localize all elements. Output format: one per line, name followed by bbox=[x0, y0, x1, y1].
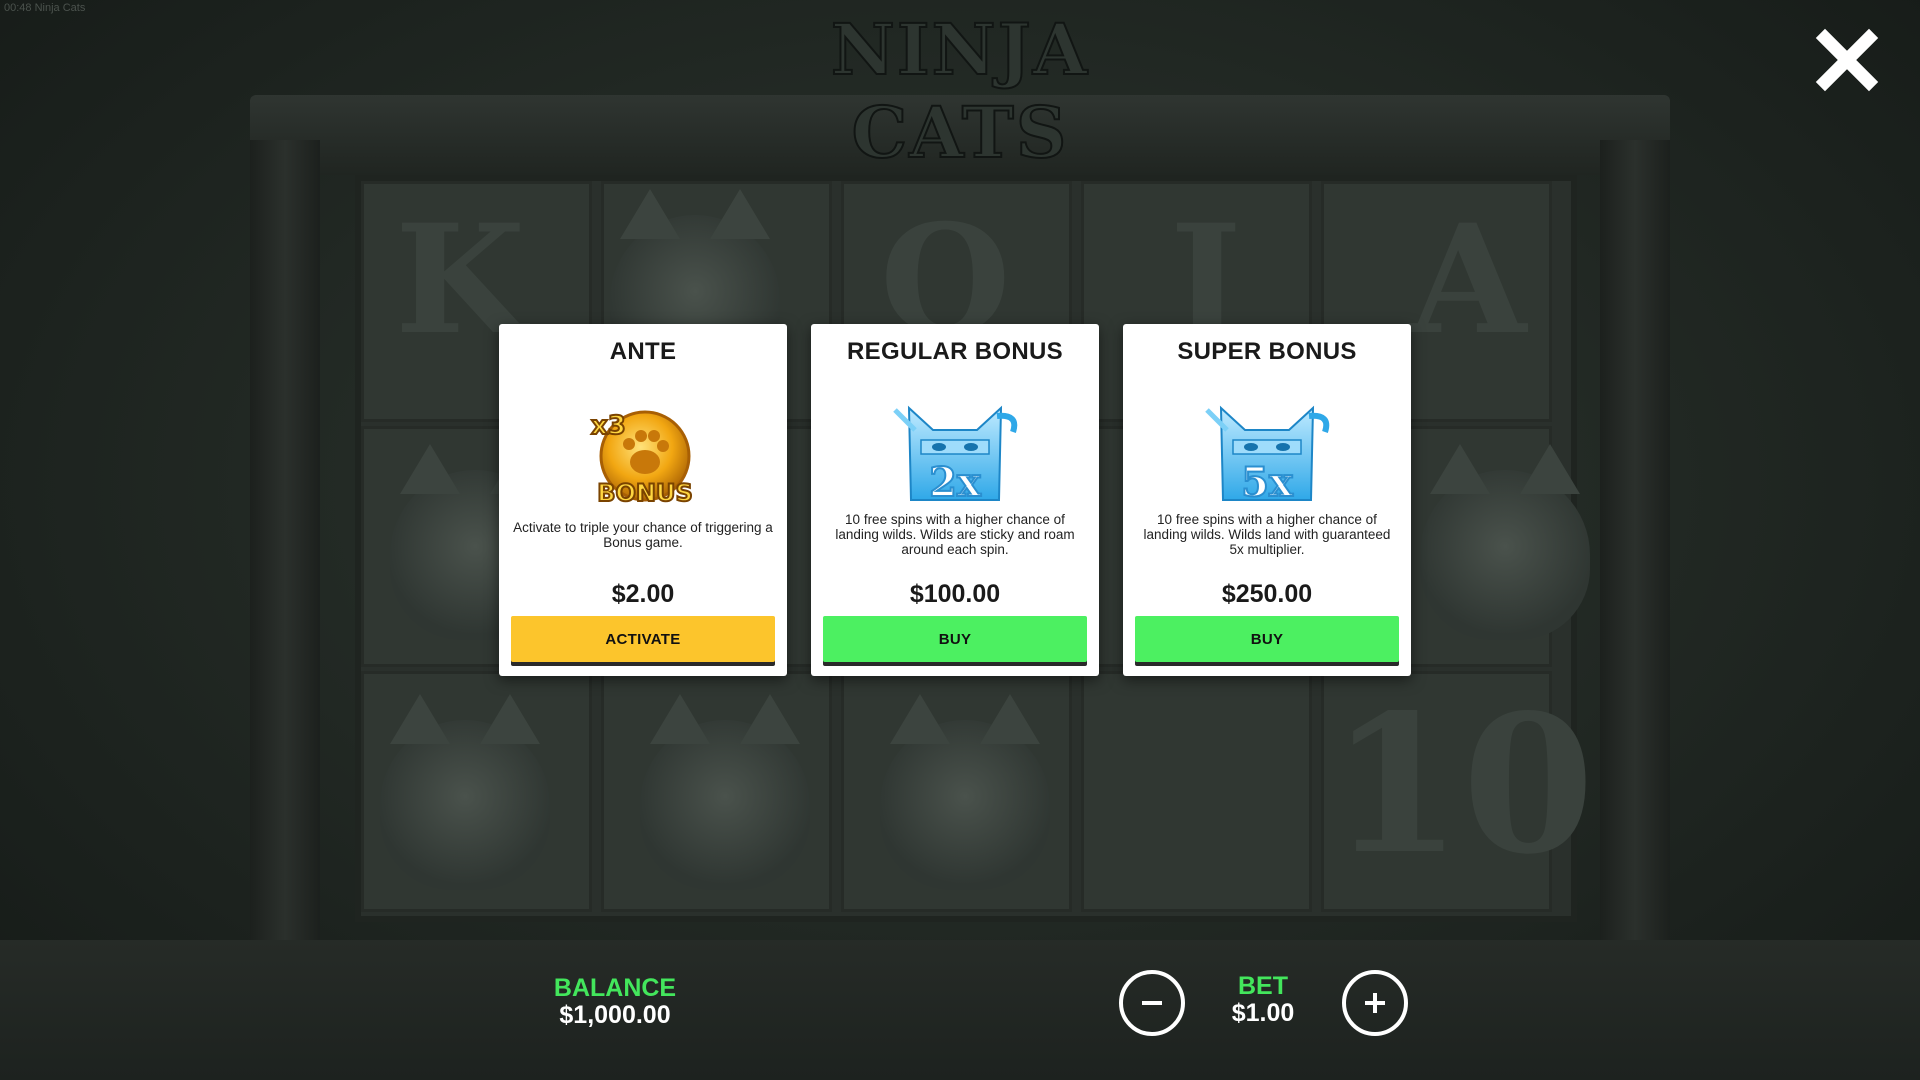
svg-text:2x: 2x bbox=[929, 459, 982, 506]
cat-symbol bbox=[880, 694, 1050, 890]
card-title: SUPER BONUS bbox=[1177, 338, 1357, 365]
cat-symbol bbox=[1420, 444, 1590, 640]
svg-text:BONUS: BONUS bbox=[597, 479, 693, 507]
minus-icon bbox=[1142, 1001, 1162, 1005]
card-title: ANTE bbox=[609, 338, 677, 365]
right-pillar bbox=[1600, 140, 1670, 960]
x3-paw-bonus-coin-icon: x3 BONUS bbox=[583, 404, 703, 509]
increase-bet-button[interactable] bbox=[1342, 970, 1408, 1036]
balance-label: BALANCE bbox=[553, 974, 677, 1002]
card-description: 10 free spins with a higher chance of la… bbox=[835, 512, 1075, 557]
ninja-cat-symbol bbox=[380, 694, 550, 890]
ice-ninja-cat-5x-icon: 5x bbox=[1193, 396, 1341, 507]
super-bonus-card: SUPER BONUS 5x 10 free spins with a high… bbox=[1123, 324, 1411, 676]
svg-text:5x: 5x bbox=[1241, 459, 1294, 506]
balance-value: $1,000.00 bbox=[559, 1001, 671, 1029]
card-price: $2.00 bbox=[611, 580, 675, 608]
card-price: $250.00 bbox=[1221, 580, 1313, 608]
ice-ninja-cat-2x-icon: 2x bbox=[881, 396, 1029, 507]
regular-bonus-card: REGULAR BONUS 2x 10 free spins with a hi… bbox=[811, 324, 1099, 676]
game-logo: NINJA CATS bbox=[830, 7, 1090, 175]
ante-card: ANTE x3 BONUS Activate to triple your ch… bbox=[499, 324, 787, 676]
decrease-bet-button[interactable] bbox=[1119, 970, 1185, 1036]
bet-value: $1.00 bbox=[1231, 999, 1295, 1027]
reel-symbol-a: A bbox=[1410, 192, 1527, 368]
left-pillar bbox=[250, 140, 320, 960]
card-price: $100.00 bbox=[909, 580, 1001, 608]
cat-symbol bbox=[640, 694, 810, 890]
window-title: 00:48 Ninja Cats bbox=[4, 2, 86, 14]
close-button[interactable] bbox=[1815, 28, 1879, 92]
card-description: 10 free spins with a higher chance of la… bbox=[1143, 512, 1391, 557]
reel-symbol-10: 10 bbox=[1330, 673, 1595, 896]
temple-floor bbox=[0, 940, 1920, 1080]
plus-icon bbox=[1365, 993, 1385, 1013]
buy-regular-bonus-button[interactable]: BUY bbox=[823, 616, 1087, 662]
svg-text:x3: x3 bbox=[591, 411, 626, 441]
reel-cell bbox=[1081, 671, 1312, 912]
close-icon bbox=[1815, 28, 1879, 92]
activate-button[interactable]: ACTIVATE bbox=[511, 616, 775, 662]
card-title: REGULAR BONUS bbox=[847, 338, 1063, 365]
buy-super-bonus-button[interactable]: BUY bbox=[1135, 616, 1399, 662]
card-description: Activate to triple your chance of trigge… bbox=[513, 520, 773, 550]
bet-label: BET bbox=[1238, 972, 1288, 1000]
